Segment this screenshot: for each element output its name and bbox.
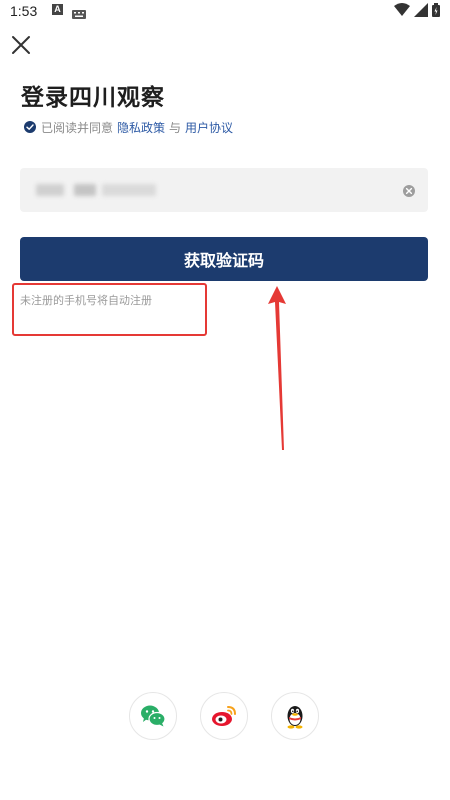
agreement-checkbox[interactable] <box>24 121 41 133</box>
status-time: 1:53 <box>10 3 38 19</box>
wechat-icon <box>141 705 166 727</box>
masked-digit-block <box>102 184 156 196</box>
agreement-row: 已阅读并同意 隐私政策 与 用户协议 <box>24 118 233 136</box>
close-button[interactable] <box>10 34 32 56</box>
keyboard-icon <box>72 6 86 22</box>
privacy-policy-link[interactable]: 隐私政策 <box>117 119 165 136</box>
annotation-arrow-icon <box>268 286 286 450</box>
annotation-highlight-box <box>12 283 207 336</box>
check-circle-icon <box>24 121 36 133</box>
battery-icon <box>432 3 440 17</box>
user-agreement-link[interactable]: 用户协议 <box>185 119 233 136</box>
weibo-login-button[interactable] <box>200 692 248 740</box>
qq-icon <box>287 706 303 729</box>
clear-circle-icon <box>403 185 415 197</box>
close-icon <box>12 36 30 54</box>
wifi-icon <box>394 3 411 16</box>
phone-field[interactable] <box>20 168 428 212</box>
qq-login-button[interactable] <box>271 692 319 740</box>
agreement-prefix: 已阅读并同意 <box>41 120 114 135</box>
weibo-icon <box>212 706 236 726</box>
masked-digit-block <box>36 184 64 196</box>
status-bar: 1:53 A <box>0 0 450 22</box>
wechat-login-button[interactable] <box>129 692 177 740</box>
phone-input[interactable] <box>36 180 166 200</box>
agreement-separator: 与 <box>169 120 182 135</box>
page-title: 登录四川观察 <box>21 85 165 111</box>
get-code-button[interactable]: 获取验证码 <box>20 237 428 281</box>
clear-button[interactable] <box>402 183 416 197</box>
masked-digit-block <box>74 184 96 196</box>
status-right-icons <box>394 3 440 20</box>
signal-icon <box>414 3 429 17</box>
a-icon: A <box>52 4 63 15</box>
